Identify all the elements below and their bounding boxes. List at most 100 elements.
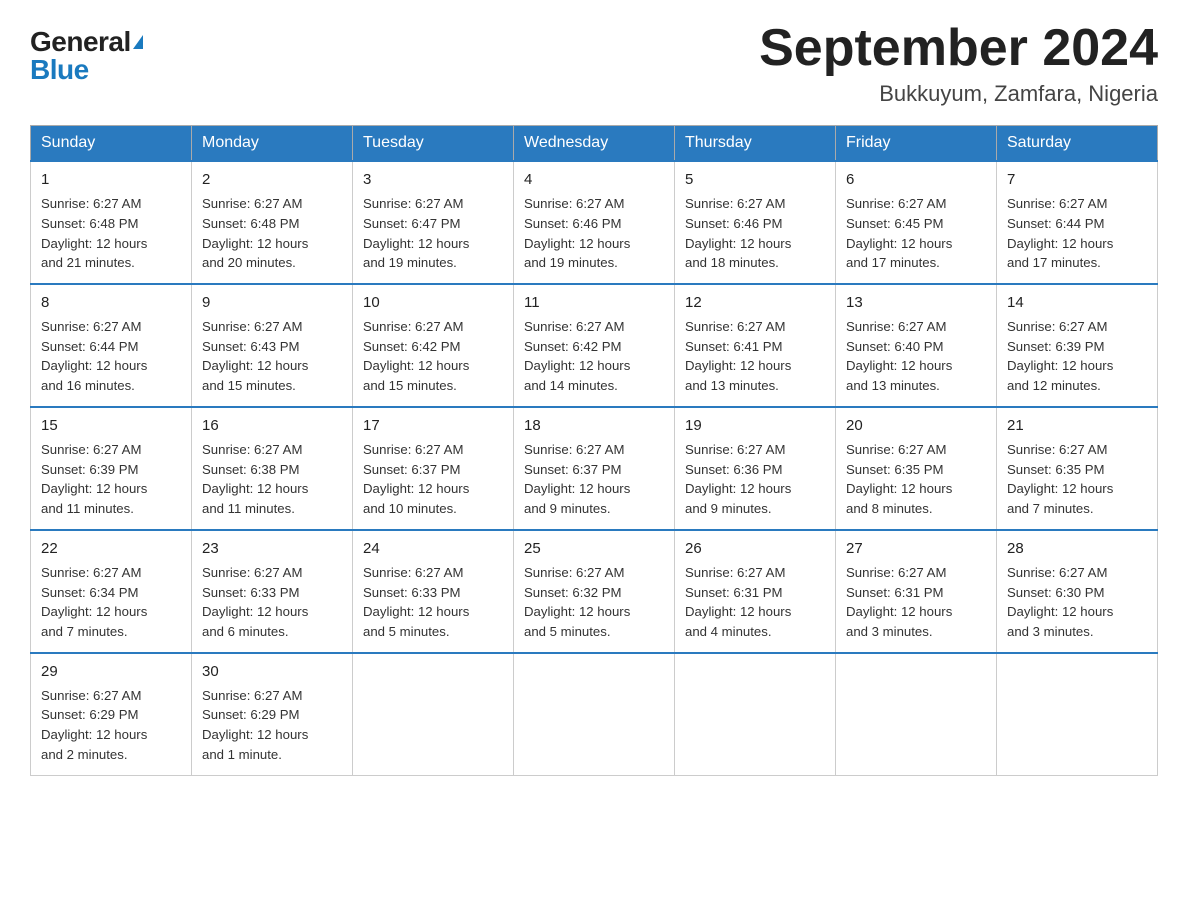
- table-row: 17 Sunrise: 6:27 AMSunset: 6:37 PMDaylig…: [353, 407, 514, 530]
- day-info: Sunrise: 6:27 AMSunset: 6:40 PMDaylight:…: [846, 319, 952, 393]
- day-info: Sunrise: 6:27 AMSunset: 6:41 PMDaylight:…: [685, 319, 791, 393]
- table-row: 24 Sunrise: 6:27 AMSunset: 6:33 PMDaylig…: [353, 530, 514, 653]
- day-number: 9: [202, 292, 342, 314]
- table-row: 8 Sunrise: 6:27 AMSunset: 6:44 PMDayligh…: [31, 284, 192, 407]
- table-row: 23 Sunrise: 6:27 AMSunset: 6:33 PMDaylig…: [192, 530, 353, 653]
- day-number: 28: [1007, 538, 1147, 560]
- day-info: Sunrise: 6:27 AMSunset: 6:43 PMDaylight:…: [202, 319, 308, 393]
- table-row: 20 Sunrise: 6:27 AMSunset: 6:35 PMDaylig…: [836, 407, 997, 530]
- col-sunday: Sunday: [31, 126, 192, 162]
- day-number: 13: [846, 292, 986, 314]
- table-row: 30 Sunrise: 6:27 AMSunset: 6:29 PMDaylig…: [192, 653, 353, 775]
- day-number: 7: [1007, 169, 1147, 191]
- table-row: 18 Sunrise: 6:27 AMSunset: 6:37 PMDaylig…: [514, 407, 675, 530]
- day-number: 14: [1007, 292, 1147, 314]
- table-row: 29 Sunrise: 6:27 AMSunset: 6:29 PMDaylig…: [31, 653, 192, 775]
- day-info: Sunrise: 6:27 AMSunset: 6:31 PMDaylight:…: [685, 565, 791, 639]
- col-wednesday: Wednesday: [514, 126, 675, 162]
- table-row: 19 Sunrise: 6:27 AMSunset: 6:36 PMDaylig…: [675, 407, 836, 530]
- table-row: 21 Sunrise: 6:27 AMSunset: 6:35 PMDaylig…: [997, 407, 1158, 530]
- day-info: Sunrise: 6:27 AMSunset: 6:33 PMDaylight:…: [202, 565, 308, 639]
- day-number: 16: [202, 415, 342, 437]
- day-info: Sunrise: 6:27 AMSunset: 6:36 PMDaylight:…: [685, 442, 791, 516]
- day-info: Sunrise: 6:27 AMSunset: 6:42 PMDaylight:…: [524, 319, 630, 393]
- day-number: 21: [1007, 415, 1147, 437]
- col-monday: Monday: [192, 126, 353, 162]
- day-info: Sunrise: 6:27 AMSunset: 6:34 PMDaylight:…: [41, 565, 147, 639]
- day-number: 22: [41, 538, 181, 560]
- day-info: Sunrise: 6:27 AMSunset: 6:29 PMDaylight:…: [41, 688, 147, 762]
- col-friday: Friday: [836, 126, 997, 162]
- logo-blue-text: Blue: [30, 56, 89, 84]
- day-info: Sunrise: 6:27 AMSunset: 6:35 PMDaylight:…: [846, 442, 952, 516]
- table-row: 3 Sunrise: 6:27 AMSunset: 6:47 PMDayligh…: [353, 161, 514, 284]
- col-saturday: Saturday: [997, 126, 1158, 162]
- logo-general-text: General: [30, 28, 131, 56]
- day-info: Sunrise: 6:27 AMSunset: 6:29 PMDaylight:…: [202, 688, 308, 762]
- day-number: 18: [524, 415, 664, 437]
- week-row-3: 15 Sunrise: 6:27 AMSunset: 6:39 PMDaylig…: [31, 407, 1158, 530]
- day-info: Sunrise: 6:27 AMSunset: 6:46 PMDaylight:…: [685, 196, 791, 270]
- day-number: 8: [41, 292, 181, 314]
- day-number: 24: [363, 538, 503, 560]
- day-info: Sunrise: 6:27 AMSunset: 6:48 PMDaylight:…: [41, 196, 147, 270]
- table-row: 5 Sunrise: 6:27 AMSunset: 6:46 PMDayligh…: [675, 161, 836, 284]
- table-row: 12 Sunrise: 6:27 AMSunset: 6:41 PMDaylig…: [675, 284, 836, 407]
- calendar-title: September 2024: [759, 20, 1158, 77]
- day-number: 6: [846, 169, 986, 191]
- logo-triangle-icon: [133, 35, 143, 49]
- day-number: 19: [685, 415, 825, 437]
- day-number: 27: [846, 538, 986, 560]
- table-row: 26 Sunrise: 6:27 AMSunset: 6:31 PMDaylig…: [675, 530, 836, 653]
- day-number: 23: [202, 538, 342, 560]
- day-info: Sunrise: 6:27 AMSunset: 6:37 PMDaylight:…: [524, 442, 630, 516]
- day-number: 29: [41, 661, 181, 683]
- day-info: Sunrise: 6:27 AMSunset: 6:33 PMDaylight:…: [363, 565, 469, 639]
- col-tuesday: Tuesday: [353, 126, 514, 162]
- table-row: 16 Sunrise: 6:27 AMSunset: 6:38 PMDaylig…: [192, 407, 353, 530]
- page-header: General Blue September 2024 Bukkuyum, Za…: [30, 20, 1158, 107]
- calendar-subtitle: Bukkuyum, Zamfara, Nigeria: [759, 81, 1158, 107]
- table-row: 25 Sunrise: 6:27 AMSunset: 6:32 PMDaylig…: [514, 530, 675, 653]
- day-info: Sunrise: 6:27 AMSunset: 6:31 PMDaylight:…: [846, 565, 952, 639]
- day-info: Sunrise: 6:27 AMSunset: 6:48 PMDaylight:…: [202, 196, 308, 270]
- table-row: [836, 653, 997, 775]
- table-row: 10 Sunrise: 6:27 AMSunset: 6:42 PMDaylig…: [353, 284, 514, 407]
- table-row: [675, 653, 836, 775]
- day-number: 12: [685, 292, 825, 314]
- day-info: Sunrise: 6:27 AMSunset: 6:39 PMDaylight:…: [41, 442, 147, 516]
- day-info: Sunrise: 6:27 AMSunset: 6:46 PMDaylight:…: [524, 196, 630, 270]
- table-row: [514, 653, 675, 775]
- table-row: 9 Sunrise: 6:27 AMSunset: 6:43 PMDayligh…: [192, 284, 353, 407]
- table-row: 27 Sunrise: 6:27 AMSunset: 6:31 PMDaylig…: [836, 530, 997, 653]
- table-row: 1 Sunrise: 6:27 AMSunset: 6:48 PMDayligh…: [31, 161, 192, 284]
- week-row-4: 22 Sunrise: 6:27 AMSunset: 6:34 PMDaylig…: [31, 530, 1158, 653]
- table-row: [353, 653, 514, 775]
- table-row: 7 Sunrise: 6:27 AMSunset: 6:44 PMDayligh…: [997, 161, 1158, 284]
- table-row: 2 Sunrise: 6:27 AMSunset: 6:48 PMDayligh…: [192, 161, 353, 284]
- logo: General Blue: [30, 20, 143, 84]
- day-info: Sunrise: 6:27 AMSunset: 6:32 PMDaylight:…: [524, 565, 630, 639]
- table-row: [997, 653, 1158, 775]
- day-info: Sunrise: 6:27 AMSunset: 6:35 PMDaylight:…: [1007, 442, 1113, 516]
- day-number: 17: [363, 415, 503, 437]
- day-info: Sunrise: 6:27 AMSunset: 6:39 PMDaylight:…: [1007, 319, 1113, 393]
- week-row-5: 29 Sunrise: 6:27 AMSunset: 6:29 PMDaylig…: [31, 653, 1158, 775]
- table-row: 13 Sunrise: 6:27 AMSunset: 6:40 PMDaylig…: [836, 284, 997, 407]
- title-block: September 2024 Bukkuyum, Zamfara, Nigeri…: [759, 20, 1158, 107]
- day-info: Sunrise: 6:27 AMSunset: 6:30 PMDaylight:…: [1007, 565, 1113, 639]
- day-number: 4: [524, 169, 664, 191]
- table-row: 28 Sunrise: 6:27 AMSunset: 6:30 PMDaylig…: [997, 530, 1158, 653]
- calendar-table: Sunday Monday Tuesday Wednesday Thursday…: [30, 125, 1158, 776]
- day-info: Sunrise: 6:27 AMSunset: 6:45 PMDaylight:…: [846, 196, 952, 270]
- day-info: Sunrise: 6:27 AMSunset: 6:37 PMDaylight:…: [363, 442, 469, 516]
- table-row: 4 Sunrise: 6:27 AMSunset: 6:46 PMDayligh…: [514, 161, 675, 284]
- table-row: 6 Sunrise: 6:27 AMSunset: 6:45 PMDayligh…: [836, 161, 997, 284]
- table-row: 14 Sunrise: 6:27 AMSunset: 6:39 PMDaylig…: [997, 284, 1158, 407]
- day-info: Sunrise: 6:27 AMSunset: 6:42 PMDaylight:…: [363, 319, 469, 393]
- day-info: Sunrise: 6:27 AMSunset: 6:47 PMDaylight:…: [363, 196, 469, 270]
- week-row-2: 8 Sunrise: 6:27 AMSunset: 6:44 PMDayligh…: [31, 284, 1158, 407]
- day-info: Sunrise: 6:27 AMSunset: 6:38 PMDaylight:…: [202, 442, 308, 516]
- day-info: Sunrise: 6:27 AMSunset: 6:44 PMDaylight:…: [41, 319, 147, 393]
- day-number: 25: [524, 538, 664, 560]
